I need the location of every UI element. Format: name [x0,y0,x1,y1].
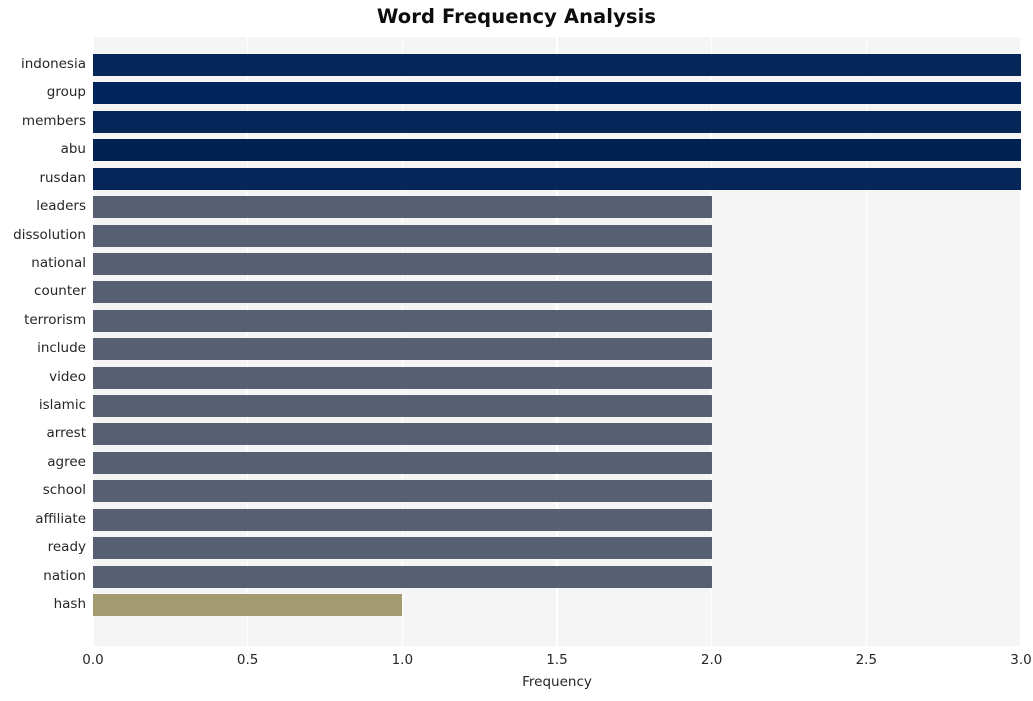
bar [93,139,1021,162]
y-tick-label: counter [34,283,86,300]
y-tick-label: dissolution [13,226,86,243]
y-tick-label: affiliate [35,510,86,527]
plot-area [92,37,1022,646]
x-tick-label: 2.0 [700,652,723,668]
page-title: Word Frequency Analysis [376,5,657,28]
y-axis-tick-labels: indonesia group members abu rusdan leaders dis… [0,37,86,646]
x-tick-label: 0.0 [82,652,104,668]
bar [93,196,712,219]
bar [93,110,1021,133]
bar [93,537,712,560]
bar [93,565,712,588]
y-tick-label: rusdan [39,169,86,186]
bar [93,451,712,474]
bar [93,423,712,446]
y-tick-label: national [31,254,86,271]
bar [93,54,1021,76]
bars-layer [93,37,1021,646]
x-axis-tick-labels: 0.0 0.5 1.0 1.5 2.0 2.5 3.0 [82,652,1031,672]
y-tick-label: abu [60,141,86,158]
x-tick-label: 0.5 [236,652,259,668]
bar [93,309,712,332]
bar [93,480,712,503]
bar [93,395,712,418]
x-tick-label: 3.0 [1010,652,1032,668]
y-tick-label: agree [47,453,86,470]
y-tick-label: hash [53,595,86,612]
bar [93,167,1021,190]
y-tick-label: arrest [46,425,86,442]
y-tick-label: ready [47,539,86,556]
y-tick-label: islamic [38,397,86,414]
y-tick-label: terrorism [24,311,86,328]
y-tick-label: school [42,482,86,499]
y-tick-label: group [46,84,86,101]
y-tick-label: leaders [36,198,86,215]
bar [93,508,712,531]
x-axis-label: Frequency [522,674,592,690]
bar [93,281,712,304]
bar [93,593,403,616]
x-tick-label: 1.5 [546,652,568,668]
chart-figure: Word Frequency Analysis indonesia group me… [0,0,1033,701]
y-tick-label: indonesia [20,56,86,72]
bar [93,338,712,361]
x-tick-label: 1.0 [391,652,414,668]
y-tick-label: nation [43,567,86,584]
bar [93,82,1021,105]
y-tick-label: include [37,340,86,357]
bar [93,224,712,247]
bar [93,252,712,275]
y-tick-label: members [21,112,86,129]
bar [93,366,712,389]
x-tick-label: 2.5 [855,652,878,668]
y-tick-label: video [49,368,86,385]
